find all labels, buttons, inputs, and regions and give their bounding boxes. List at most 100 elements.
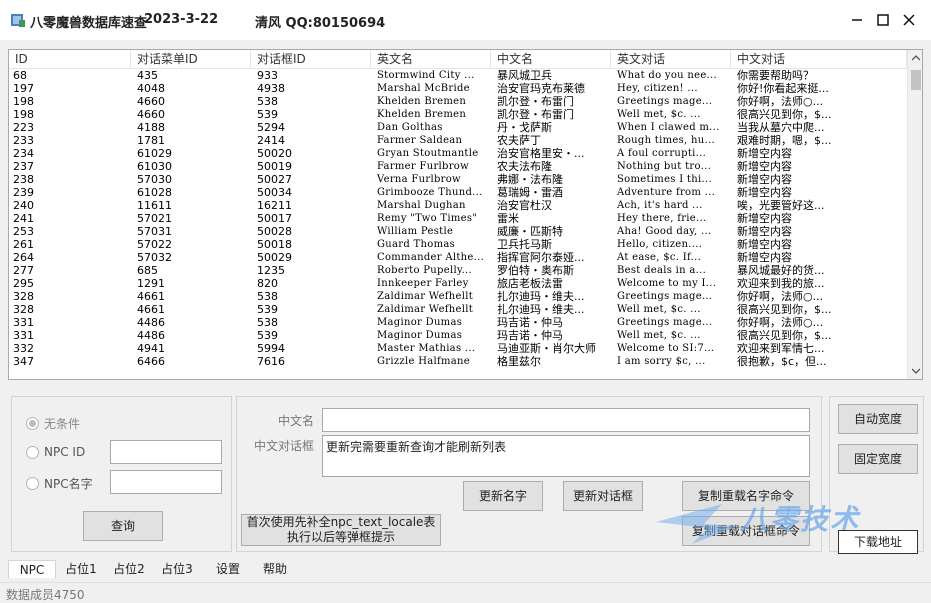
table-row[interactable]: 332 4941 5994 Master Mathias ... 马迪亚斯・肖尔大师 We… bbox=[9, 342, 907, 355]
table-row[interactable]: 240 11611 16211 Marshal Dughan 治安官杜汉 Ach, it'… bbox=[9, 199, 907, 212]
table-cell: Grizzle Halfmane bbox=[377, 356, 470, 367]
table-cell: 4661 bbox=[137, 303, 165, 316]
column-header[interactable]: 中文名 bbox=[491, 50, 611, 68]
fixed-width-button[interactable]: 固定宽度 bbox=[838, 444, 918, 474]
column-header[interactable]: 对话框ID bbox=[251, 50, 371, 68]
npc-id-input[interactable] bbox=[110, 440, 222, 464]
init-locale-button[interactable]: 首次使用先补全npc_text_locale表 执行以后等弹框提示 bbox=[241, 514, 441, 546]
query-button[interactable]: 查询 bbox=[83, 511, 163, 541]
table-row[interactable]: 223 4188 5294 Dan Golthas 丹・戈萨斯 When I clawed… bbox=[9, 121, 907, 134]
table-row[interactable]: 241 57021 50017 Remy "Two Times" 雷米 Hey there… bbox=[9, 212, 907, 225]
table-cell: 葛瑞姆・雷酒 bbox=[497, 186, 563, 199]
table-cell: Maginor Dumas bbox=[377, 330, 463, 341]
table-cell: 农夫萨丁 bbox=[497, 134, 541, 147]
table-cell: 61029 bbox=[137, 147, 172, 160]
table-cell: 欢迎来到军情七... bbox=[737, 342, 825, 355]
table-cell: 弗娜・法布隆 bbox=[497, 173, 563, 186]
table-cell: Verna Furlbrow bbox=[377, 174, 461, 185]
cn-name-input[interactable] bbox=[322, 408, 810, 432]
tab-1[interactable]: 占位1 bbox=[58, 560, 104, 578]
table-cell: 253 bbox=[13, 225, 34, 238]
table-cell: Ach, it's hard ... bbox=[617, 200, 703, 211]
column-header[interactable]: 对话菜单ID bbox=[131, 50, 251, 68]
radio-no-condition[interactable]: 无条件 bbox=[26, 415, 80, 432]
list-body[interactable]: 68 435 933 Stormwind City ... 暴风城卫兵 What do y… bbox=[9, 69, 907, 379]
table-cell: 5294 bbox=[257, 121, 285, 134]
column-header[interactable]: ID bbox=[9, 50, 131, 68]
table-row[interactable]: 261 57022 50018 Guard Thomas 卫兵托马斯 Hello, cit… bbox=[9, 238, 907, 251]
scroll-thumb[interactable] bbox=[911, 70, 921, 90]
column-header[interactable]: 中文对话 bbox=[731, 50, 907, 68]
scroll-down-button[interactable] bbox=[908, 363, 922, 379]
tab-2[interactable]: 占位2 bbox=[106, 560, 152, 578]
table-cell: At ease, $c. If... bbox=[617, 252, 702, 263]
table-cell: Innkeeper Farley bbox=[377, 278, 469, 289]
radio-npc-name[interactable]: NPC名字 bbox=[26, 475, 93, 492]
update-name-button[interactable]: 更新名字 bbox=[463, 481, 543, 511]
table-cell: Aha! Good day, ... bbox=[617, 226, 712, 237]
cn-dialog-label: 中文对话框 bbox=[254, 439, 315, 453]
scroll-up-button[interactable] bbox=[908, 50, 922, 66]
table-row[interactable]: 331 4486 538 Maginor Dumas 玛吉诺・仲马 Greetings m… bbox=[9, 316, 907, 329]
close-button[interactable] bbox=[897, 8, 921, 32]
table-row[interactable]: 198 4660 538 Khelden Bremen 凯尔登・布雷门 Greetings… bbox=[9, 95, 907, 108]
table-cell: 57030 bbox=[137, 173, 172, 186]
table-row[interactable]: 237 61030 50019 Farmer Furlbrow 农夫法布隆 Nothing… bbox=[9, 160, 907, 173]
table-cell: 威廉・匹斯特 bbox=[497, 225, 563, 238]
minimize-button[interactable] bbox=[845, 8, 869, 32]
table-row[interactable]: 233 1781 2414 Farmer Saldean 农夫萨丁 Rough times… bbox=[9, 134, 907, 147]
download-button[interactable]: 下载地址 bbox=[838, 530, 918, 554]
npc-list-view[interactable]: ID 对话菜单ID 对话框ID 英文名 中文名 英文对话 中文对话 68 435 933 Stor… bbox=[8, 49, 923, 380]
table-row[interactable]: 347 6466 7616 Grizzle Halfmane 格里兹尔 I am sorr… bbox=[9, 355, 907, 368]
table-row[interactable]: 331 4486 539 Maginor Dumas 玛吉诺・仲马 Well met, $… bbox=[9, 329, 907, 342]
tab-3[interactable]: 占位3 bbox=[154, 560, 200, 578]
table-cell: 332 bbox=[13, 342, 34, 355]
table-row[interactable]: 295 1291 820 Innkeeper Farley 旅店老板法雷 Welcome … bbox=[9, 277, 907, 290]
table-cell: Nothing but tro... bbox=[617, 161, 712, 172]
table-row[interactable]: 68 435 933 Stormwind City ... 暴风城卫兵 What do y… bbox=[9, 69, 907, 82]
table-cell: Adventure from ... bbox=[617, 187, 716, 198]
table-cell: 11611 bbox=[137, 199, 172, 212]
table-cell: 61028 bbox=[137, 186, 172, 199]
table-row[interactable]: 328 4661 538 Zaldimar Wefhellt 扎尔迪玛・维夫... Gre… bbox=[9, 290, 907, 303]
table-row[interactable]: 197 4048 4938 Marshal McBride 治安官玛克布莱德 Hey, c… bbox=[9, 82, 907, 95]
table-cell: Dan Golthas bbox=[377, 122, 443, 133]
table-cell: 68 bbox=[13, 69, 27, 82]
table-cell: 马迪亚斯・肖尔大师 bbox=[497, 342, 596, 355]
vertical-scrollbar[interactable] bbox=[907, 50, 922, 379]
column-header[interactable]: 英文对话 bbox=[611, 50, 731, 68]
update-dialog-button[interactable]: 更新对话框 bbox=[563, 481, 643, 511]
table-row[interactable]: 198 4660 539 Khelden Bremen 凯尔登・布雷门 Well met,… bbox=[9, 108, 907, 121]
table-cell: 艰难时期，嗯，$... bbox=[737, 134, 832, 147]
table-cell: 扎尔迪玛・维夫... bbox=[497, 290, 585, 303]
radio-npc-id[interactable]: NPC ID bbox=[26, 445, 85, 459]
table-cell: Stormwind City ... bbox=[377, 70, 475, 81]
table-row[interactable]: 328 4661 539 Zaldimar Wefhellt 扎尔迪玛・维夫... Wel… bbox=[9, 303, 907, 316]
table-row[interactable]: 238 57030 50027 Verna Furlbrow 弗娜・法布隆 Sometim… bbox=[9, 173, 907, 186]
radio-dot bbox=[26, 417, 39, 430]
table-cell: 玛吉诺・仲马 bbox=[497, 316, 563, 329]
tab-4[interactable]: 设置 bbox=[204, 560, 252, 578]
table-row[interactable]: 253 57031 50028 William Pestle 威廉・匹斯特 Aha! Go… bbox=[9, 225, 907, 238]
auto-width-button[interactable]: 自动宽度 bbox=[838, 404, 918, 434]
cn-dialog-input[interactable]: 更新完需要重新查询才能刷新列表 bbox=[322, 435, 810, 477]
table-cell: 4661 bbox=[137, 290, 165, 303]
table-row[interactable]: 234 61029 50020 Gryan Stoutmantle 治安官格里安・...… bbox=[9, 147, 907, 160]
table-cell: 239 bbox=[13, 186, 34, 199]
table-cell: Farmer Saldean bbox=[377, 135, 463, 146]
table-cell: 新增空内容 bbox=[737, 251, 792, 264]
table-cell: 198 bbox=[13, 108, 34, 121]
table-cell: Commander Althe... bbox=[377, 252, 485, 263]
table-row[interactable]: 277 685 1235 Roberto Pupelly... 罗伯特・奥布斯 Best … bbox=[9, 264, 907, 277]
table-cell: 328 bbox=[13, 290, 34, 303]
table-cell: Khelden Bremen bbox=[377, 96, 467, 107]
table-cell: 7616 bbox=[257, 355, 285, 368]
tab-0[interactable]: NPC bbox=[8, 560, 56, 578]
maximize-button[interactable] bbox=[871, 8, 895, 32]
table-row[interactable]: 264 57032 50029 Commander Althe... 指挥官阿尔泰娅..… bbox=[9, 251, 907, 264]
table-row[interactable]: 239 61028 50034 Grimbooze Thund... 葛瑞姆・雷酒 Adv… bbox=[9, 186, 907, 199]
tab-5[interactable]: 帮助 bbox=[254, 560, 296, 578]
column-header[interactable]: 英文名 bbox=[371, 50, 491, 68]
table-cell: 50019 bbox=[257, 160, 292, 173]
npc-name-input[interactable] bbox=[110, 470, 222, 494]
